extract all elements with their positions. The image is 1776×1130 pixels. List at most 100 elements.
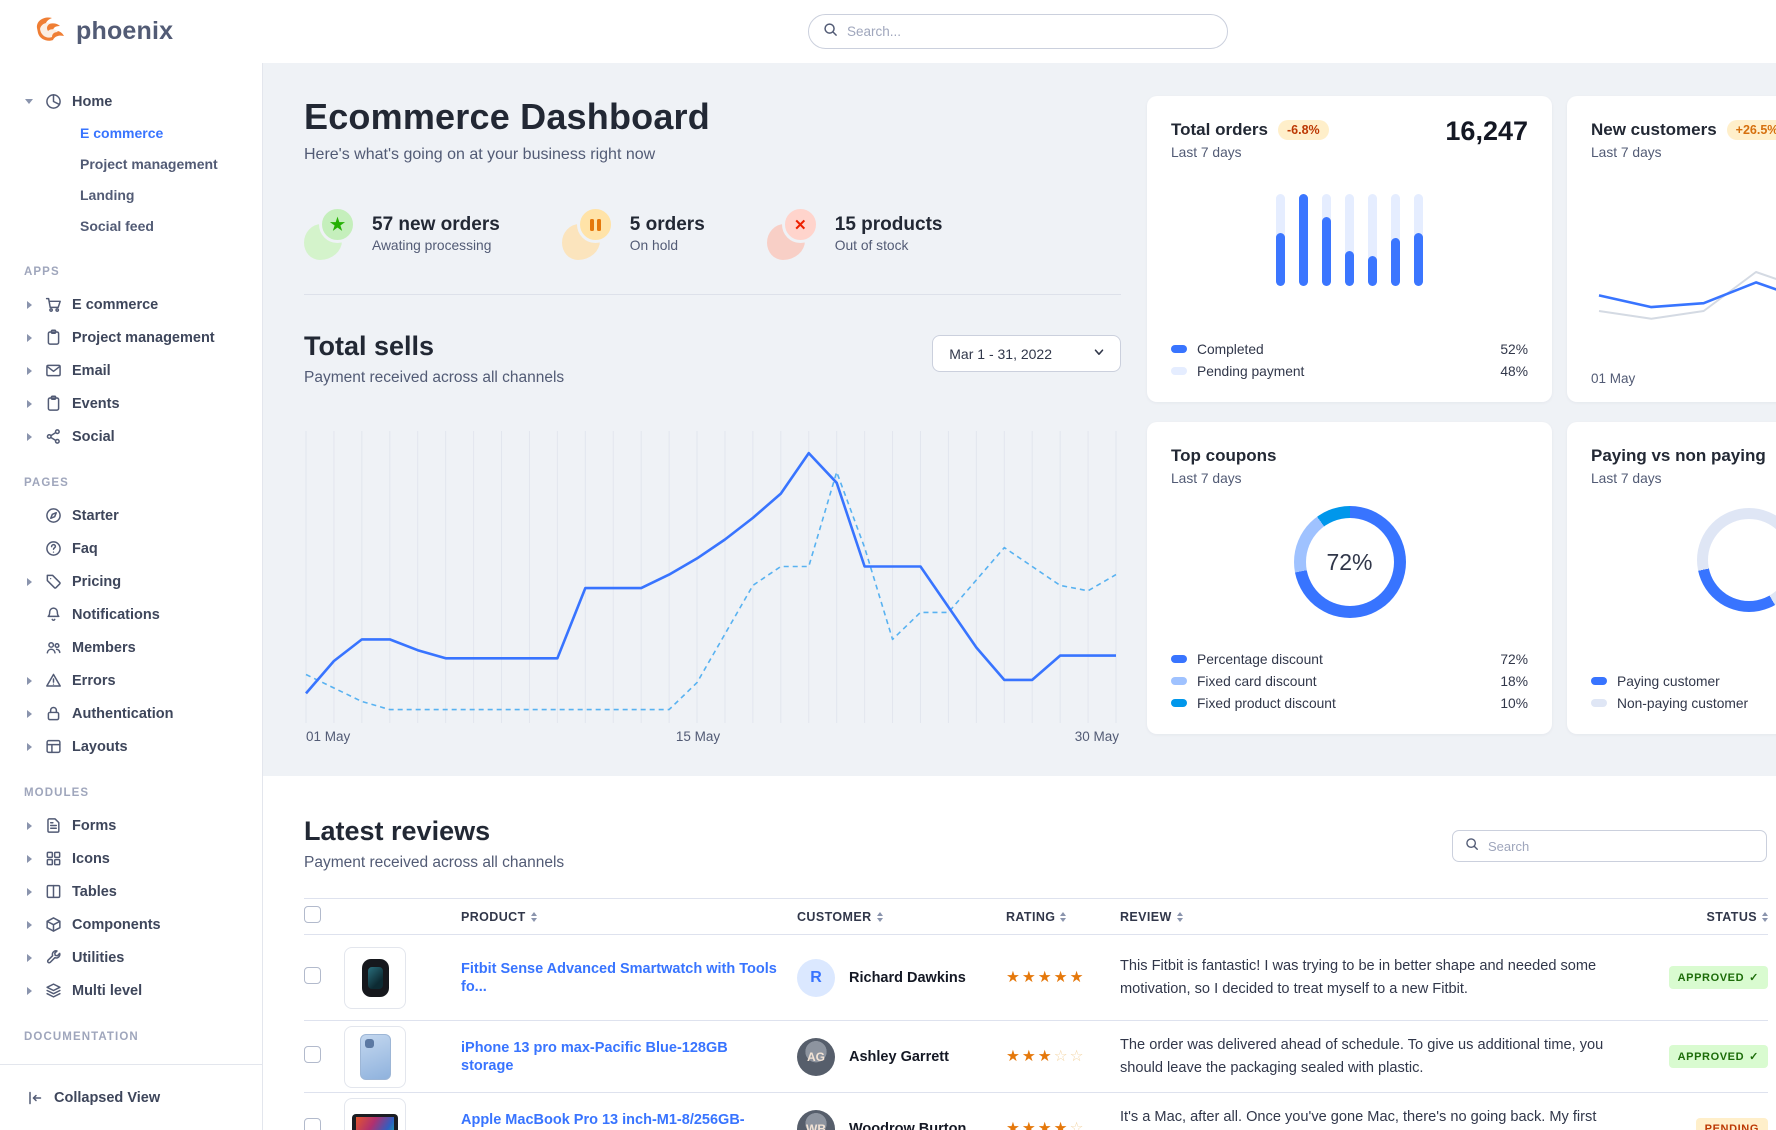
product-image-macbook (352, 1114, 398, 1130)
dashboard-top-section: Ecommerce Dashboard Here's what's going … (263, 63, 1776, 776)
product-link[interactable]: iPhone 13 pro max-Pacific Blue-128GB sto… (461, 1040, 728, 1074)
sidebar-item-notifications[interactable]: Notifications (24, 598, 262, 631)
legend-swatch (1171, 699, 1187, 707)
paying-donut-chart (1697, 508, 1776, 612)
column-header-product[interactable]: PRODUCT (461, 910, 797, 924)
top-coupons-donut-chart: 72% (1294, 506, 1406, 618)
latest-reviews-section: Latest reviews Payment received across a… (263, 776, 1776, 1130)
sidebar-item-landing[interactable]: Landing (24, 180, 262, 211)
sidebar-item-authentication[interactable]: Authentication (24, 697, 262, 730)
x-tick: 01 May (306, 729, 350, 744)
sidebar-item-label: Multi level (72, 983, 142, 999)
sidebar-item-project-management[interactable]: Project management (24, 149, 262, 180)
sidebar-item-label: Authentication (72, 706, 174, 722)
sidebar-item-label: Forms (72, 818, 116, 834)
file-text-icon (44, 817, 62, 835)
row-checkbox[interactable] (304, 1046, 321, 1063)
product-thumbnail[interactable] (344, 1026, 406, 1088)
sidebar-item-label: Layouts (72, 739, 128, 755)
new-customers-period: Last 7 days (1591, 145, 1776, 160)
sidebar-item-components[interactable]: Components (24, 908, 262, 941)
sidebar-item-faq[interactable]: Faq (24, 532, 262, 565)
customer-name: Woodrow Burton (849, 1121, 966, 1130)
sidebar-section-label: DOCUMENTATION (24, 1031, 262, 1043)
sidebar-item-label: Members (72, 640, 136, 656)
product-link[interactable]: Apple MacBook Pro 13 inch-M1-8/256GB-spa… (461, 1112, 745, 1130)
product-thumbnail[interactable] (344, 1098, 406, 1130)
package-icon (44, 916, 62, 934)
sidebar-item-project-management[interactable]: Project management (24, 321, 262, 354)
sort-icon (1762, 912, 1768, 922)
sidebar-item-icons[interactable]: Icons (24, 842, 262, 875)
search-icon (1465, 837, 1479, 856)
caret-right-icon (27, 855, 32, 863)
stats-row: ★ 57 new orders Awating processing 5 ord… (304, 206, 1121, 260)
status-badge: PENDING (1696, 1118, 1768, 1130)
sidebar-item-pricing[interactable]: Pricing (24, 565, 262, 598)
legend-swatch (1591, 699, 1607, 707)
new-customers-change-badge: +26.5% (1727, 120, 1776, 140)
users-icon (44, 639, 62, 657)
caret-right-icon (27, 301, 32, 309)
sidebar-item-e-commerce[interactable]: E commerce (24, 118, 262, 149)
column-header-review[interactable]: REVIEW (1120, 910, 1640, 924)
sidebar-section-label: MODULES (24, 787, 262, 799)
kpi-cards: Total orders -6.8% Last 7 days 16,247 Co… (1147, 96, 1776, 776)
sidebar-section-label: APPS (24, 266, 262, 278)
sidebar-item-starter[interactable]: Starter (24, 499, 262, 532)
reviews-search-input[interactable] (1488, 839, 1754, 854)
sidebar-item-label: Components (72, 917, 161, 933)
sidebar-item-label: Tables (72, 884, 117, 900)
customer-avatar[interactable]: AG (797, 1038, 835, 1076)
legend-swatch (1171, 655, 1187, 663)
product-thumbnail[interactable] (344, 947, 406, 1009)
product-image-smartwatch (362, 959, 389, 997)
product-link[interactable]: Fitbit Sense Advanced Smartwatch with To… (461, 961, 777, 995)
column-header-rating[interactable]: RATING (1006, 910, 1120, 924)
customer-avatar[interactable]: WB (797, 1110, 835, 1130)
collapse-sidebar-button[interactable]: Collapsed View (26, 1089, 160, 1107)
calendar-icon (44, 395, 62, 413)
legend-row: Paying customer (1591, 670, 1776, 692)
customer-avatar[interactable]: R (797, 959, 835, 997)
sidebar-item-events[interactable]: Events (24, 387, 262, 420)
review-table-row: Fitbit Sense Advanced Smartwatch with To… (304, 935, 1768, 1021)
sidebar-section-label: PAGES (24, 477, 262, 489)
sidebar-item-layouts[interactable]: Layouts (24, 730, 262, 763)
divider (304, 294, 1121, 295)
total-orders-card: Total orders -6.8% Last 7 days 16,247 Co… (1147, 96, 1552, 402)
total-orders-period: Last 7 days (1171, 145, 1528, 160)
check-icon: ✓ (1749, 971, 1759, 984)
stat-caption: Awating processing (372, 238, 500, 253)
top-coupons-period: Last 7 days (1171, 471, 1528, 486)
brand-logo[interactable]: phoenix (34, 15, 173, 48)
sidebar-item-errors[interactable]: Errors (24, 664, 262, 697)
date-range-select[interactable]: Mar 1 - 31, 2022 (932, 335, 1121, 372)
column-header-customer[interactable]: CUSTOMER (797, 910, 1006, 924)
sidebar-item-home[interactable]: Home (24, 85, 262, 118)
sidebar-item-email[interactable]: Email (24, 354, 262, 387)
row-checkbox[interactable] (304, 1118, 321, 1130)
review-text: It's a Mac, after all. Once you've gone … (1120, 1106, 1640, 1130)
sidebar-item-tables[interactable]: Tables (24, 875, 262, 908)
sidebar-item-members[interactable]: Members (24, 631, 262, 664)
select-all-checkbox[interactable] (304, 906, 321, 923)
row-checkbox[interactable] (304, 967, 321, 984)
sidebar-item-multi-level[interactable]: Multi level (24, 974, 262, 1007)
check-icon: ✓ (1749, 1050, 1759, 1063)
sidebar-item-utilities[interactable]: Utilities (24, 941, 262, 974)
column-header-status[interactable]: STATUS (1640, 910, 1768, 924)
top-navbar: phoenix (0, 0, 1776, 63)
global-search[interactable] (808, 14, 1228, 49)
stat-caption: On hold (630, 238, 705, 253)
order-bar (1299, 194, 1308, 286)
legend-row: Percentage discount 72% (1171, 648, 1528, 670)
sidebar-item-social-feed[interactable]: Social feed (24, 211, 262, 242)
sidebar-item-e-commerce[interactable]: E commerce (24, 288, 262, 321)
sidebar-item-forms[interactable]: Forms (24, 809, 262, 842)
sidebar-item-social[interactable]: Social (24, 420, 262, 453)
legend-swatch (1171, 677, 1187, 685)
reviews-search[interactable] (1452, 830, 1767, 862)
global-search-input[interactable] (847, 24, 1213, 39)
caret-right-icon (27, 954, 32, 962)
